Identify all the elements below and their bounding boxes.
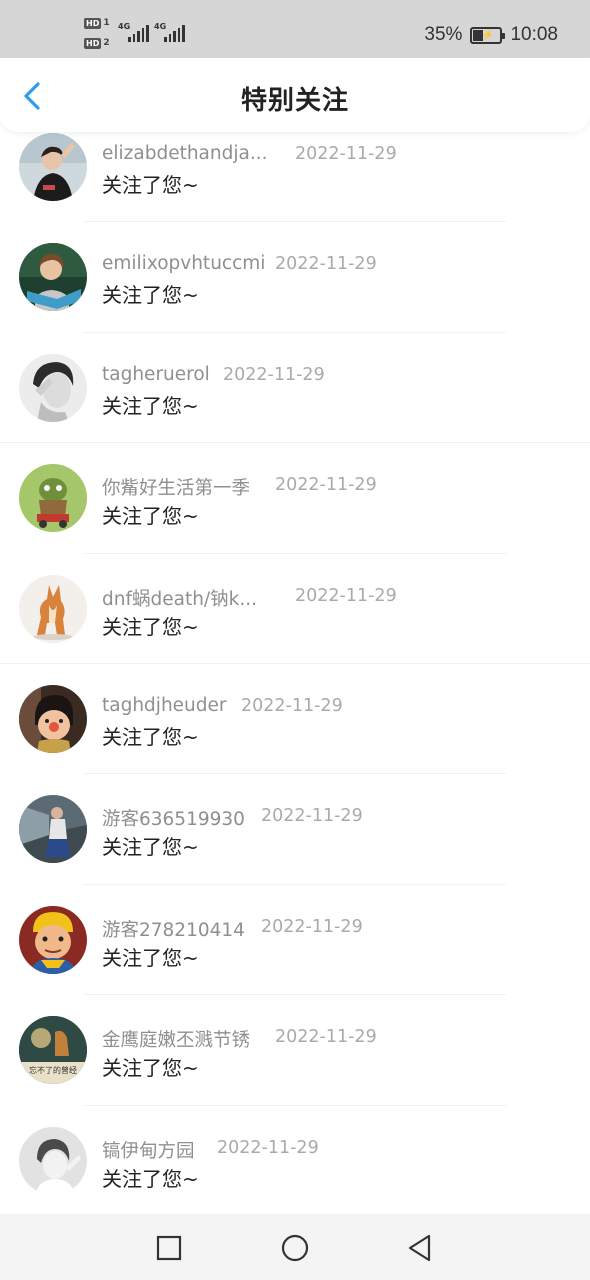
recent-apps-button[interactable] xyxy=(152,1231,186,1265)
avatar[interactable] xyxy=(19,133,87,201)
follow-date: 2022-11-29 xyxy=(275,1027,377,1048)
follow-action-text: 关注了您~ xyxy=(102,1166,199,1191)
follow-date: 2022-11-29 xyxy=(217,1137,319,1158)
avatar[interactable]: 忘不了的曾经 xyxy=(19,1016,87,1085)
follow-action-text: 关注了您~ xyxy=(102,504,199,529)
user-name: 金鹰庭嫩丕溅节锈 xyxy=(102,1030,251,1052)
follow-action-text: 关注了您~ xyxy=(102,283,199,308)
sim1-indicator: HD 1 xyxy=(84,16,110,30)
home-button[interactable] xyxy=(278,1231,312,1265)
clock: 10:08 xyxy=(510,24,558,45)
sim2-indicator: HD 2 xyxy=(84,36,110,50)
hd-badge: HD xyxy=(84,37,102,49)
user-name: emilixopvhtuccmi xyxy=(102,253,266,275)
follow-list: elizabdethandja... 2022-11-29 关注了您~ emil… xyxy=(0,112,590,1216)
list-item[interactable]: 游客278210414 2022-11-29 关注了您~ xyxy=(0,885,590,996)
list-item[interactable]: 游客636519930 2022-11-29 关注了您~ xyxy=(0,774,590,885)
avatar[interactable] xyxy=(19,795,87,864)
avatar[interactable] xyxy=(19,905,87,974)
signal-bars-icon xyxy=(164,24,185,42)
follow-date: 2022-11-29 xyxy=(275,475,377,496)
user-name: 游客278210414 xyxy=(102,919,245,941)
follow-action-text: 关注了您~ xyxy=(102,393,199,418)
charging-bolt-icon: ⚡ xyxy=(481,29,494,41)
user-name: 镐伊甸方园 xyxy=(102,1140,195,1162)
avatar[interactable] xyxy=(19,243,87,312)
follow-action-text: 关注了您~ xyxy=(102,724,199,749)
list-item[interactable]: 忘不了的曾经 金鹰庭嫩丕溅节锈 2022-11-29 关注了您~ xyxy=(0,995,590,1106)
square-icon xyxy=(156,1235,182,1261)
app-header: 特别关注 xyxy=(0,58,590,132)
back-nav-button[interactable] xyxy=(403,1231,437,1265)
triangle-back-icon xyxy=(408,1234,431,1262)
avatar[interactable] xyxy=(19,684,87,753)
user-name: taghdjheuder xyxy=(102,694,227,716)
follow-date: 2022-11-29 xyxy=(261,806,363,827)
user-name: tagheruerol xyxy=(102,363,210,385)
status-right: 35% ⚡ 10:08 xyxy=(424,22,558,48)
avatar[interactable] xyxy=(19,464,87,533)
avatar[interactable] xyxy=(19,353,87,422)
circle-icon xyxy=(281,1234,309,1262)
user-name: elizabdethandja... xyxy=(102,143,268,164)
sim-number: 2 xyxy=(103,38,110,48)
status-bar: HD 1 HD 2 4G 4G 35% ⚡ 10:08 xyxy=(0,0,590,58)
follow-date: 2022-11-29 xyxy=(275,254,377,275)
follow-date: 2022-11-29 xyxy=(223,364,325,385)
follow-date: 2022-11-29 xyxy=(241,695,343,716)
follow-action-text: 关注了您~ xyxy=(102,835,199,860)
hd-badge: HD xyxy=(84,17,102,29)
avatar[interactable] xyxy=(19,1126,87,1195)
follow-action-text: 关注了您~ xyxy=(102,945,199,970)
list-item[interactable]: emilixopvhtuccmi 2022-11-29 关注了您~ xyxy=(0,222,590,333)
follow-date: 2022-11-29 xyxy=(295,585,397,606)
user-name: 游客636519930 xyxy=(102,809,245,831)
battery-percent: 35% xyxy=(424,24,463,45)
follow-action-text: 关注了您~ xyxy=(102,614,199,639)
list-item[interactable]: 你觜好生活第一季 2022-11-29 关注了您~ xyxy=(0,443,590,554)
page-title: 特别关注 xyxy=(240,86,349,116)
system-nav-bar xyxy=(0,1214,590,1280)
follow-action-text: 关注了您~ xyxy=(102,173,199,197)
sim-number: 1 xyxy=(103,18,110,28)
list-item[interactable]: taghdjheuder 2022-11-29 关注了您~ xyxy=(0,664,590,775)
battery-icon: ⚡ xyxy=(470,26,506,44)
follow-date: 2022-11-29 xyxy=(295,144,397,164)
avatar[interactable] xyxy=(19,574,87,643)
user-name: 你觜好生活第一季 xyxy=(102,478,251,500)
avatar-caption: 忘不了的曾经 xyxy=(29,1065,77,1075)
follow-date: 2022-11-29 xyxy=(261,916,363,937)
list-item[interactable]: 镐伊甸方园 2022-11-29 关注了您~ xyxy=(0,1106,590,1216)
list-item[interactable]: tagheruerol 2022-11-29 关注了您~ xyxy=(0,333,590,444)
signal-bars-icon xyxy=(128,24,149,42)
user-name: dnf蜗death/钠k... xyxy=(102,588,258,610)
list-item[interactable]: dnf蜗death/钠k... 2022-11-29 关注了您~ xyxy=(0,554,590,664)
follow-action-text: 关注了您~ xyxy=(102,1056,199,1081)
